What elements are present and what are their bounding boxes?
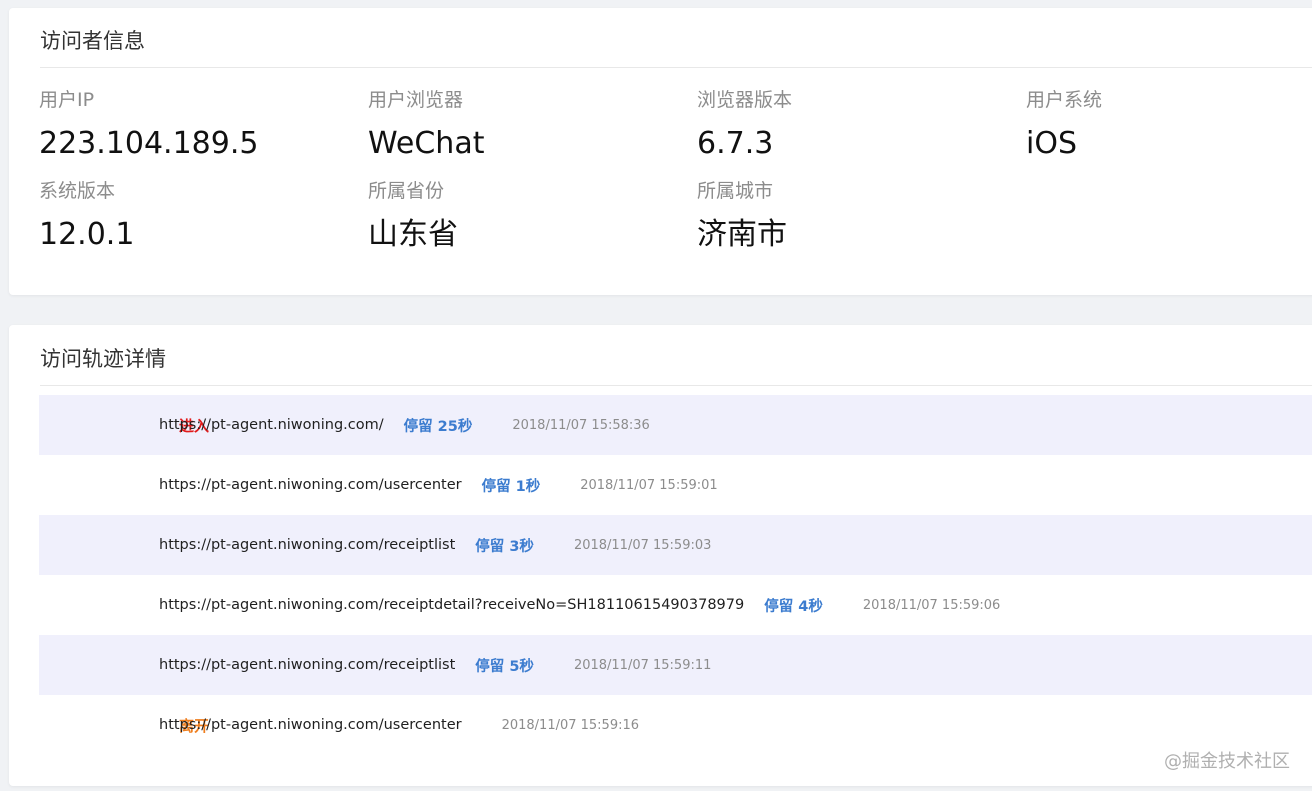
- info-user-browser: 用户浏览器 WeChat: [368, 87, 668, 163]
- info-label: 用户IP: [39, 89, 95, 111]
- info-value: 6.7.3: [697, 126, 774, 161]
- info-label: 浏览器版本: [697, 89, 793, 111]
- visitor-info-divider: [40, 67, 1312, 68]
- info-label: 系统版本: [39, 180, 116, 202]
- info-province: 所属省份 山东省: [368, 178, 668, 254]
- info-user-ip: 用户IP 223.104.189.5: [39, 87, 339, 163]
- track-url[interactable]: https://pt-agent.niwoning.com/receiptdet…: [159, 597, 744, 613]
- track-list: 进入 https://pt-agent.niwoning.com/ 停留 25秒…: [39, 395, 1312, 755]
- info-city: 所属城市 济南市: [697, 178, 997, 254]
- visitor-info-card: 访问者信息 用户IP 223.104.189.5 用户浏览器 WeChat 浏览…: [9, 8, 1312, 295]
- track-timestamp: 2018/11/07 15:59:01: [580, 477, 718, 493]
- info-browser-version: 浏览器版本 6.7.3: [697, 87, 997, 163]
- track-stay-duration: 停留 5秒: [475, 658, 534, 675]
- track-timestamp: 2018/11/07 15:59:16: [501, 717, 640, 733]
- track-timestamp: 2018/11/07 15:59:06: [862, 597, 1001, 613]
- visit-track-divider: [40, 385, 1312, 386]
- info-value: 山东省: [368, 217, 458, 252]
- track-row: https://pt-agent.niwoning.com/usercenter…: [39, 455, 1312, 515]
- info-label: 所属城市: [697, 180, 774, 202]
- info-value: iOS: [1026, 126, 1077, 161]
- info-label: 用户系统: [1026, 89, 1103, 111]
- track-timestamp: 2018/11/07 15:58:36: [512, 417, 650, 433]
- visitor-info-title: 访问者信息: [40, 29, 145, 53]
- visit-track-card: 访问轨迹详情 进入 https://pt-agent.niwoning.com/…: [9, 325, 1312, 786]
- track-row: https://pt-agent.niwoning.com/receiptdet…: [39, 575, 1312, 635]
- info-user-os: 用户系统 iOS: [1026, 87, 1312, 163]
- info-value: 济南市: [697, 217, 787, 252]
- info-os-version: 系统版本 12.0.1: [39, 178, 339, 254]
- info-label: 所属省份: [368, 180, 445, 202]
- info-value: 223.104.189.5: [39, 126, 259, 161]
- track-url[interactable]: https://pt-agent.niwoning.com/usercenter: [159, 717, 462, 733]
- track-stay-duration: 停留 3秒: [475, 538, 534, 555]
- track-row: https://pt-agent.niwoning.com/receiptlis…: [39, 515, 1312, 575]
- track-row: 离开 https://pt-agent.niwoning.com/usercen…: [39, 695, 1312, 755]
- track-stay-duration: 停留 4秒: [764, 598, 823, 615]
- track-stay-duration: 停留 1秒: [481, 478, 541, 495]
- track-url[interactable]: https://pt-agent.niwoning.com/receiptlis…: [159, 657, 455, 673]
- track-row: 进入 https://pt-agent.niwoning.com/ 停留 25秒…: [39, 395, 1312, 455]
- visit-track-title: 访问轨迹详情: [40, 347, 166, 371]
- track-row: https://pt-agent.niwoning.com/receiptlis…: [39, 635, 1312, 695]
- track-url[interactable]: https://pt-agent.niwoning.com/: [159, 417, 384, 433]
- info-label: 用户浏览器: [368, 89, 464, 111]
- info-value: WeChat: [368, 126, 485, 161]
- track-timestamp: 2018/11/07 15:59:11: [573, 657, 712, 673]
- track-stay-duration: 停留 25秒: [403, 418, 473, 435]
- track-url[interactable]: https://pt-agent.niwoning.com/usercenter: [159, 477, 462, 493]
- watermark: @掘金技术社区: [1164, 751, 1290, 772]
- track-url[interactable]: https://pt-agent.niwoning.com/receiptlis…: [159, 537, 455, 553]
- track-timestamp: 2018/11/07 15:59:03: [573, 537, 712, 553]
- info-value: 12.0.1: [39, 217, 135, 252]
